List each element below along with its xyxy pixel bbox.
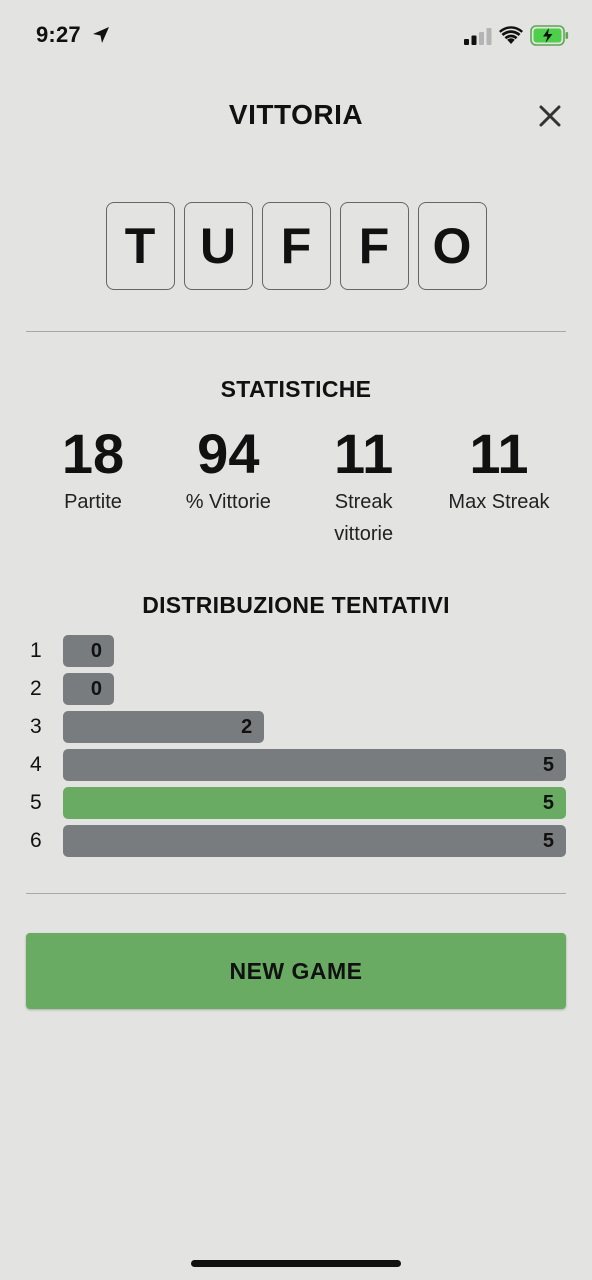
letter-tile: F [261, 202, 331, 290]
distribution-track: 0 [63, 673, 566, 705]
stat-value: 11 [469, 422, 529, 485]
distribution-row: 2 0 [26, 673, 566, 705]
distribution-track: 2 [63, 711, 566, 743]
location-arrow-icon [93, 27, 109, 43]
guess-number: 6 [30, 829, 42, 852]
guess-number: 2 [30, 677, 42, 700]
stat-label: Streak vittorie [334, 491, 394, 545]
solution-word: T U F F O [0, 202, 592, 290]
distribution-bar: 2 [63, 711, 265, 743]
letter-tile: F [339, 202, 409, 290]
guess-number: 3 [30, 715, 42, 738]
distribution-row: 6 5 [26, 825, 566, 857]
distribution-bar: 0 [63, 673, 114, 705]
stat-value: 18 [61, 422, 125, 485]
stat-label: Partite [64, 491, 122, 513]
home-indicator [191, 1260, 401, 1267]
stat-max-streak: 11 Max Streak [432, 422, 566, 550]
distribution-track: 0 [63, 635, 566, 667]
status-bar: 9:27 [0, 0, 592, 72]
stat-label: % Vittorie [185, 491, 271, 513]
distribution-row: 5 5 [26, 787, 566, 819]
distribution-bar: 5 [63, 749, 566, 781]
letter-tile: O [417, 202, 487, 290]
stat-value: 11 [334, 422, 394, 485]
stats-row: 18 Partite 94 % Vittorie 11 Streak vitto… [26, 422, 566, 550]
guess-distribution: 1 0 2 0 3 2 4 5 5 5 6 5 [26, 635, 566, 863]
letter-tile: U [183, 202, 253, 290]
stat-win-percent: 94 % Vittorie [161, 422, 295, 550]
divider [26, 331, 566, 332]
new-game-button[interactable]: NEW GAME [26, 933, 566, 1009]
stat-label: Max Streak [448, 491, 550, 513]
status-time: 9:27 [36, 22, 81, 47]
modal-title: VITTORIA [228, 99, 364, 130]
letter-tile: T [105, 202, 175, 290]
stat-played: 18 Partite [26, 422, 160, 550]
distribution-title: DISTRIBUZIONE TENTATIVI [142, 592, 450, 618]
distribution-row: 1 0 [26, 635, 566, 667]
wifi-icon [499, 26, 523, 44]
guess-number: 4 [30, 753, 42, 776]
distribution-row: 3 2 [26, 711, 566, 743]
distribution-track: 5 [63, 787, 566, 819]
distribution-bar: 0 [63, 635, 114, 667]
battery-charging-icon [530, 25, 569, 46]
guess-number: 5 [30, 791, 42, 814]
divider [26, 893, 566, 894]
stat-value: 94 [197, 422, 260, 485]
guess-number: 1 [30, 639, 42, 662]
close-icon[interactable] [532, 98, 568, 134]
distribution-track: 5 [63, 749, 566, 781]
distribution-row: 4 5 [26, 749, 566, 781]
signal-icon [464, 28, 492, 45]
distribution-bar: 5 [63, 825, 566, 857]
stats-title: STATISTICHE [220, 376, 372, 402]
distribution-bar: 5 [63, 787, 566, 819]
distribution-track: 5 [63, 825, 566, 857]
stat-current-streak: 11 Streak vittorie [297, 422, 431, 550]
